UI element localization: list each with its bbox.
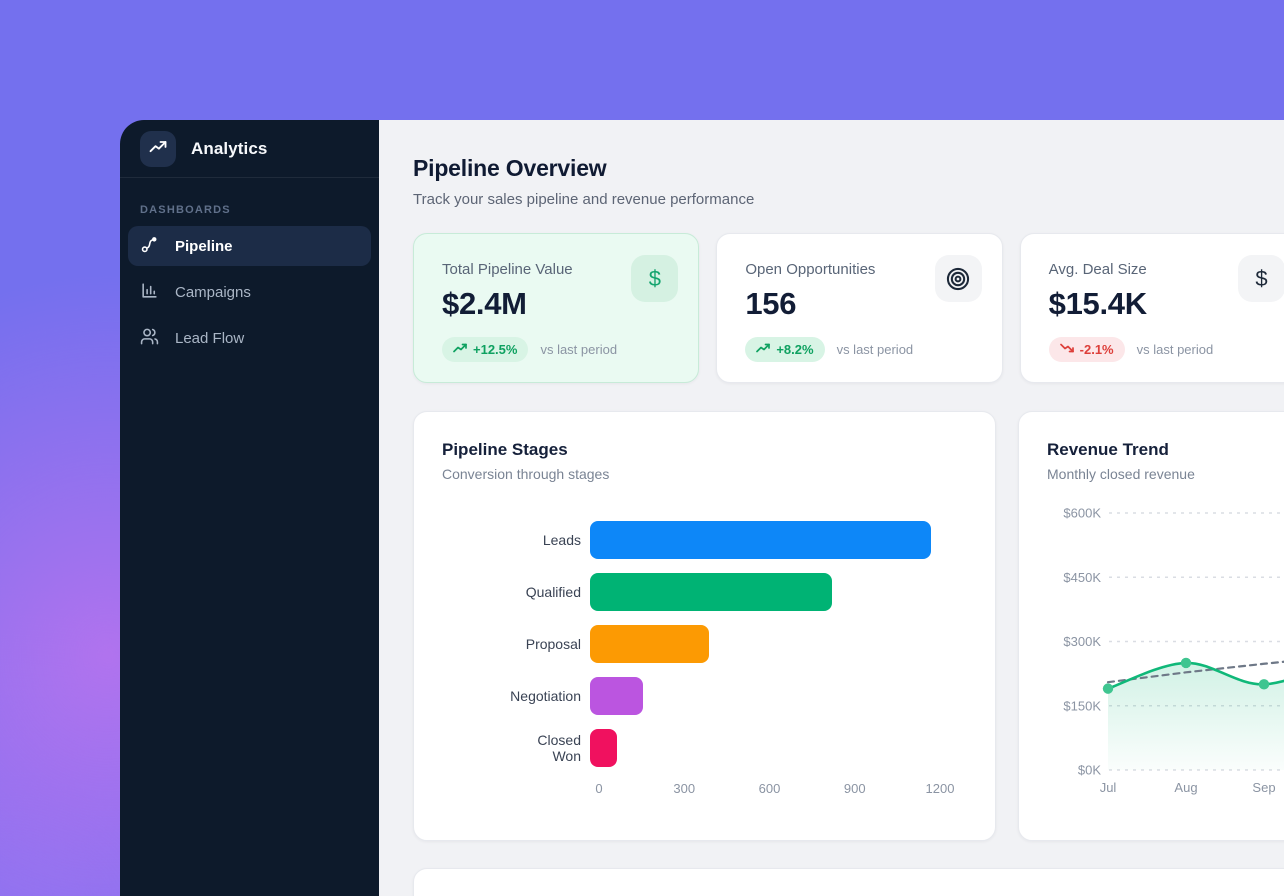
charts-row: Pipeline Stages Conversion through stage… xyxy=(413,411,1284,841)
kpi-card-total-pipeline-value: Total Pipeline Value $2.4M $ +12.5% vs l… xyxy=(413,233,699,383)
app-title: Analytics xyxy=(191,139,268,159)
bar-row-leads: Leads xyxy=(442,521,967,559)
bar xyxy=(590,729,617,767)
change-badge: +12.5% xyxy=(442,337,528,362)
kpi-card-open-opportunities: Open Opportunities 156 +8.2% xyxy=(716,233,1002,383)
kpi-card-avg-deal-size: Avg. Deal Size $15.4K $ -2.1% vs last pe… xyxy=(1020,233,1284,383)
trending-up-icon xyxy=(756,342,770,357)
revenue-point xyxy=(1181,658,1191,668)
compare-label: vs last period xyxy=(1137,342,1214,357)
column-chart-icon xyxy=(140,281,159,304)
revenue-trend-card: Revenue Trend Monthly closed revenue $60… xyxy=(1018,411,1284,841)
dollar-icon: $ xyxy=(631,255,678,302)
sidebar-nav: Pipeline Campaigns Lead Flow xyxy=(120,226,379,358)
revenue-point xyxy=(1103,683,1113,693)
route-icon xyxy=(140,235,159,258)
sidebar-item-campaigns[interactable]: Campaigns xyxy=(128,272,371,312)
horizontal-bar-chart: Leads Qualified Proposal Negotiation Closed … xyxy=(442,521,967,767)
app-window: Analytics DASHBOARDS Pipeline xyxy=(120,120,1284,896)
revenue-line-chart: $600K $450K $300K $150K $0K Jul Aug Sep xyxy=(1019,496,1284,801)
sidebar: Analytics DASHBOARDS Pipeline xyxy=(120,120,379,896)
trending-up-icon xyxy=(148,137,168,162)
users-icon xyxy=(140,327,159,350)
svg-text:$0K: $0K xyxy=(1078,763,1101,778)
sidebar-header: Analytics xyxy=(120,120,379,178)
chart-title: Pipeline Stages xyxy=(442,440,967,460)
svg-text:$300K: $300K xyxy=(1063,634,1101,649)
change-badge: -2.1% xyxy=(1049,337,1125,362)
x-axis-tick: 600 xyxy=(759,781,781,796)
bar-category-label: Closed Won xyxy=(442,732,590,764)
x-axis-tick: 1200 xyxy=(926,781,955,796)
bar-row-negotiation: Negotiation xyxy=(442,677,967,715)
page-subtitle: Track your sales pipeline and revenue pe… xyxy=(413,191,1284,208)
sidebar-item-pipeline[interactable]: Pipeline xyxy=(128,226,371,266)
app-logo xyxy=(140,131,176,167)
pipeline-stages-card: Pipeline Stages Conversion through stage… xyxy=(413,411,996,841)
dollar-icon: $ xyxy=(1238,255,1284,302)
compare-label: vs last period xyxy=(837,342,914,357)
trending-down-icon xyxy=(1060,342,1074,357)
chart-subtitle: Monthly closed revenue xyxy=(1047,466,1277,482)
sidebar-section-label: DASHBOARDS xyxy=(120,178,379,226)
bar-category-label: Qualified xyxy=(442,584,590,600)
bar-category-label: Proposal xyxy=(442,636,590,652)
kpi-row: Total Pipeline Value $2.4M $ +12.5% vs l… xyxy=(413,233,1284,383)
bar-category-label: Negotiation xyxy=(442,688,590,704)
chart-subtitle: Conversion through stages xyxy=(442,466,967,482)
x-axis-tick: 900 xyxy=(844,781,866,796)
bottom-card-partial xyxy=(413,868,1284,896)
bar xyxy=(590,521,931,559)
x-axis-tick: 0 xyxy=(595,781,602,796)
revenue-area xyxy=(1108,656,1284,770)
bar-row-proposal: Proposal xyxy=(442,625,967,663)
main-content: Pipeline Overview Track your sales pipel… xyxy=(379,120,1284,896)
bar-category-label: Leads xyxy=(442,532,590,548)
bar-chart-x-axis: 03006009001200 xyxy=(599,781,940,799)
bar xyxy=(590,625,709,663)
target-icon xyxy=(935,255,982,302)
sidebar-item-label: Campaigns xyxy=(175,284,251,301)
svg-text:Sep: Sep xyxy=(1252,780,1275,795)
chart-title: Revenue Trend xyxy=(1047,440,1277,460)
bar-row-qualified: Qualified xyxy=(442,573,967,611)
svg-text:Jul: Jul xyxy=(1100,780,1117,795)
svg-text:Aug: Aug xyxy=(1174,780,1197,795)
svg-text:$450K: $450K xyxy=(1063,570,1101,585)
page-title: Pipeline Overview xyxy=(413,155,1284,182)
bar xyxy=(590,573,832,611)
sidebar-item-label: Lead Flow xyxy=(175,330,244,347)
x-axis-tick: 300 xyxy=(673,781,695,796)
trending-up-icon xyxy=(453,342,467,357)
revenue-point xyxy=(1259,679,1269,689)
sidebar-item-label: Pipeline xyxy=(175,238,233,255)
bar-row-closed-won: Closed Won xyxy=(442,729,967,767)
svg-text:$600K: $600K xyxy=(1063,506,1101,521)
svg-text:$150K: $150K xyxy=(1063,698,1101,713)
compare-label: vs last period xyxy=(540,342,617,357)
change-badge: +8.2% xyxy=(745,337,824,362)
bar xyxy=(590,677,643,715)
sidebar-item-lead-flow[interactable]: Lead Flow xyxy=(128,318,371,358)
